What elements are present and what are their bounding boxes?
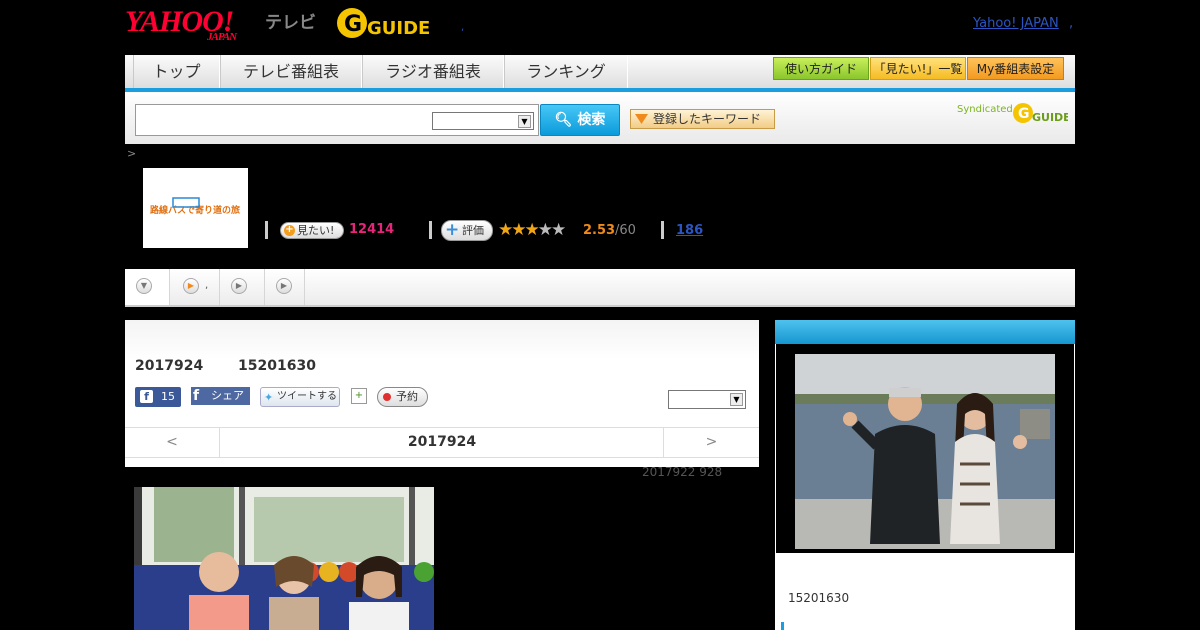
record-dot-icon [383, 393, 391, 401]
search-button-label: 検索 [577, 112, 606, 128]
rating-total: /60 [615, 223, 636, 238]
chevron-down-icon: ▼ [730, 393, 743, 406]
guide-button[interactable]: 使い方ガイド [773, 57, 869, 80]
date-title: 2017924 [407, 434, 477, 450]
search-bar: ▼ 🔍︎ 検索 登録したキーワード Syndicated G GUIDE [125, 92, 1075, 144]
play-icon: ▶ [231, 278, 247, 294]
tweet-button[interactable]: ✦ ツイートする [260, 387, 340, 407]
star-full-icon: ★ [498, 220, 513, 240]
reserve-button[interactable]: 予約 [377, 387, 428, 407]
breadcrumb[interactable]: > [127, 147, 136, 160]
gguide-logo[interactable]: G GUIDE [335, 6, 435, 40]
play-icon: ▶ [183, 278, 199, 294]
subtab-episode[interactable]: ▼ [125, 269, 170, 305]
my-schedule-button[interactable]: My番組表設定 [967, 57, 1064, 80]
date-navigation: < 2017924 > [125, 427, 759, 458]
play-icon: ▶ [276, 278, 292, 294]
saved-keywords-button[interactable]: 登録したキーワード [630, 109, 775, 129]
update-note: 2017922 928 [642, 465, 723, 479]
subtab-4[interactable]: ▶ [265, 269, 305, 305]
tab-ranking[interactable]: ランキング [504, 55, 628, 88]
tab-tv-schedule[interactable]: テレビ番組表 [220, 55, 362, 88]
side-panel-header [775, 320, 1075, 344]
saved-keywords-label: 登録したキーワード [653, 112, 762, 126]
divider [661, 221, 664, 239]
tab-top[interactable]: トップ [133, 55, 220, 88]
episode-date: 2017924 [135, 358, 204, 374]
subtab-3[interactable]: ▶ [220, 269, 265, 305]
bookmark-add-icon[interactable]: + [351, 388, 367, 404]
episode-time: 15201630 [238, 358, 316, 374]
header-dot: , [461, 22, 465, 33]
program-subtabs: ▼ ▶ , ▶ ▶ [125, 269, 1075, 307]
svg-text:G: G [1018, 106, 1030, 122]
rating-value: 2.53 [583, 223, 616, 238]
star-half-icon: ★ [524, 220, 540, 240]
facebook-icon: f [140, 390, 153, 403]
want-list-button[interactable]: 「見たい!」一覧 [870, 57, 966, 80]
want-to-watch-button[interactable]: + 見たい! [280, 222, 344, 239]
yahoo-japan-link[interactable]: Yahoo! JAPAN [973, 16, 1059, 31]
side-episode-time: 15201630 [788, 591, 850, 605]
chevron-down-icon: ▼ [136, 278, 152, 294]
rate-button[interactable]: + 評価 [441, 220, 493, 241]
syndicated-label: Syndicated [957, 104, 1013, 115]
rating-stars: ★★★★★ [498, 220, 566, 240]
yahoo-japan-logo[interactable]: YAHOO! JAPAN [125, 5, 237, 43]
plus-icon: + [445, 220, 460, 240]
program-thumbnail-title: 路線バスで寄り道の旅 [150, 204, 240, 216]
prev-day-link[interactable]: < [125, 428, 220, 457]
triangle-down-icon [635, 114, 648, 124]
facebook-share-label: シェア [211, 389, 244, 402]
want-count: 12414 [349, 222, 395, 237]
divider [429, 221, 432, 239]
search-category-select[interactable]: ▼ [432, 112, 534, 130]
facebook-share-button[interactable]: f シェア [191, 387, 250, 405]
star-empty-icon: ★ [551, 220, 566, 240]
header-extra-link[interactable]: , [1069, 16, 1073, 31]
chevron-down-icon: ▼ [518, 115, 531, 128]
want-button-label: 見たい! [297, 224, 335, 237]
side-panel: 15201630 [775, 320, 1075, 630]
tweet-label: ツイートする [277, 391, 337, 402]
episode-select[interactable]: ▼ [668, 390, 746, 409]
episode-photo [134, 487, 434, 630]
facebook-like-count: 15 [161, 390, 175, 403]
gguide-logo-word: GUIDE [367, 18, 430, 39]
plus-icon: + [284, 224, 295, 236]
side-accent-bar [781, 622, 784, 630]
subtab-2-label: , [205, 280, 209, 291]
subtab-2[interactable]: ▶ , [170, 269, 220, 305]
syndicated-gguide-logo: G GUIDE [1013, 103, 1068, 124]
reserve-label: 予約 [396, 390, 418, 403]
episode-panel: 2017924 15201630 f 15 f シェア ✦ ツイートする + 予… [125, 320, 759, 467]
comment-count-link[interactable]: 186 [676, 223, 703, 238]
search-icon: 🔍︎ [554, 112, 573, 128]
tv-label: テレビ [265, 13, 316, 33]
side-photo[interactable] [795, 354, 1055, 549]
star-empty-icon: ★ [537, 220, 553, 240]
main-nav: トップ テレビ番組表 ラジオ番組表 ランキング 使い方ガイド 「見たい!」一覧 … [125, 55, 1075, 92]
facebook-icon: f [193, 388, 200, 404]
facebook-like-button[interactable]: f 15 [135, 387, 181, 407]
star-full-icon: ★ [511, 220, 526, 240]
twitter-bird-icon: ✦ [264, 391, 274, 404]
divider [265, 221, 268, 239]
next-day-link[interactable]: > [663, 428, 759, 457]
tab-radio-schedule[interactable]: ラジオ番組表 [362, 55, 504, 88]
rate-button-label: 評価 [462, 224, 484, 237]
search-button[interactable]: 🔍︎ 検索 [540, 104, 620, 136]
gguide-logo-g: G [344, 12, 362, 37]
program-thumbnail[interactable]: 路線バスで寄り道の旅 [143, 168, 248, 248]
yahoo-logo-sub: JAPAN [207, 31, 237, 43]
svg-text:GUIDE: GUIDE [1032, 111, 1068, 124]
